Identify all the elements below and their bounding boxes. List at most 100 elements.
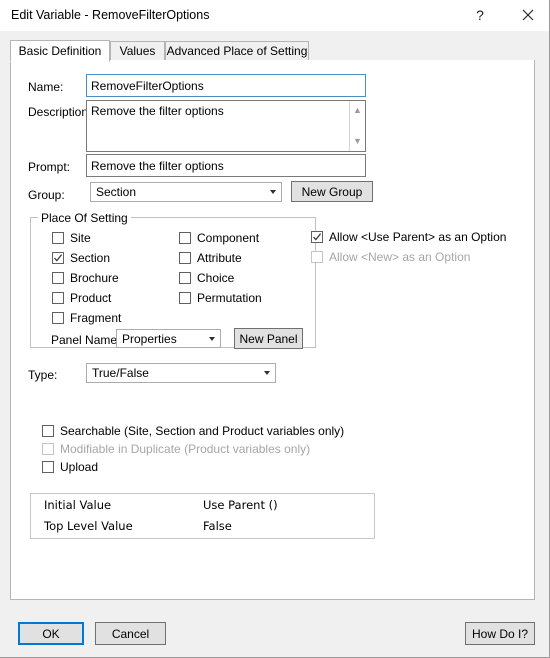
checkbox-box [52, 252, 64, 264]
checkbox-product[interactable]: Product [52, 291, 111, 305]
check-icon [54, 254, 63, 262]
place-of-setting-group: Place Of Setting Site Section Brochure P… [30, 211, 316, 349]
checkbox-component[interactable]: Component [179, 231, 259, 245]
value-table: Initial Value Use Parent () Top Level Va… [30, 493, 375, 539]
name-input[interactable] [86, 74, 366, 97]
checkbox-attribute[interactable]: Attribute [179, 251, 242, 265]
tab-basic-definition[interactable]: Basic Definition [10, 40, 110, 62]
table-row[interactable]: Top Level Value False [31, 515, 374, 536]
prompt-label: Prompt: [28, 160, 71, 174]
new-panel-button[interactable]: New Panel [234, 328, 303, 349]
checkbox-label: Component [197, 231, 260, 245]
window-title: Edit Variable - RemoveFilterOptions [11, 8, 210, 22]
description-label: Description: [28, 105, 92, 119]
close-button[interactable] [506, 0, 549, 30]
type-value: True/False [92, 366, 149, 380]
checkbox-brochure[interactable]: Brochure [52, 271, 119, 285]
checkbox-label: Searchable (Site, Section and Product va… [60, 424, 345, 438]
checkbox-box [179, 232, 191, 244]
checkbox-box [179, 252, 191, 264]
checkbox-label: Attribute [197, 251, 242, 265]
checkbox-section[interactable]: Section [52, 251, 110, 265]
edit-variable-dialog: Edit Variable - RemoveFilterOptions ? Ba… [0, 0, 550, 658]
checkbox-box [42, 425, 54, 437]
how-do-i-button[interactable]: How Do I? [465, 622, 535, 645]
cancel-label: Cancel [111, 626, 150, 641]
checkbox-label: Allow <Use Parent> as an Option [329, 230, 507, 244]
footer-divider [0, 610, 549, 611]
checkbox-label: Choice [197, 271, 235, 285]
new-group-button[interactable]: New Group [291, 181, 373, 202]
basic-definition-panel: Name: Description: Remove the filter opt… [10, 60, 535, 600]
new-panel-label: New Panel [239, 331, 298, 346]
chevron-down-icon [209, 336, 215, 341]
panel-name-select[interactable]: Properties [116, 329, 221, 348]
ok-button[interactable]: OK [18, 622, 84, 645]
checkbox-choice[interactable]: Choice [179, 271, 234, 285]
value-value: False [203, 518, 232, 533]
tab-label: Basic Definition [18, 44, 102, 58]
checkbox-label: Allow <New> as an Option [329, 250, 471, 264]
group-select[interactable]: Section [90, 182, 282, 202]
close-icon [522, 9, 534, 21]
checkbox-upload[interactable]: Upload [42, 460, 98, 474]
cancel-button[interactable]: Cancel [95, 622, 166, 645]
value-key: Initial Value [44, 497, 112, 512]
checkbox-box [311, 231, 323, 243]
scroll-up-icon[interactable]: ▲ [350, 103, 365, 118]
checkbox-box [42, 443, 54, 455]
ok-label: OK [42, 626, 60, 641]
description-scrollbar[interactable]: ▲ ▼ [349, 101, 365, 151]
checkbox-fragment[interactable]: Fragment [52, 311, 121, 325]
checkbox-label: Modifiable in Duplicate (Product variabl… [60, 442, 311, 456]
checkbox-label: Brochure [70, 271, 119, 285]
tab-strip: Basic Definition Values Advanced Place o… [10, 40, 535, 62]
group-label: Group: [28, 188, 65, 202]
chevron-down-icon [264, 371, 270, 375]
type-label: Type: [28, 368, 58, 382]
checkbox-allow-use-parent[interactable]: Allow <Use Parent> as an Option [311, 230, 506, 244]
checkbox-box [52, 312, 64, 324]
place-of-setting-legend: Place Of Setting [38, 211, 131, 225]
checkbox-label: Site [70, 231, 91, 245]
checkbox-label: Permutation [197, 291, 262, 305]
checkbox-label: Upload [60, 460, 99, 474]
checkbox-box [179, 272, 191, 284]
tab-advanced-place-of-setting[interactable]: Advanced Place of Setting [165, 41, 309, 61]
group-value: Section [96, 185, 137, 199]
checkbox-label: Product [70, 291, 112, 305]
type-select[interactable]: True/False [86, 363, 276, 383]
new-group-label: New Group [301, 184, 363, 199]
checkbox-permutation[interactable]: Permutation [179, 291, 262, 305]
panel-name-label: Panel Name: [51, 333, 121, 347]
title-bar: Edit Variable - RemoveFilterOptions ? [0, 0, 549, 31]
description-input[interactable]: Remove the filter options ▲ ▼ [86, 100, 366, 152]
checkbox-box [311, 251, 323, 263]
checkbox-site[interactable]: Site [52, 231, 91, 245]
panel-name-value: Properties [122, 331, 177, 346]
table-row[interactable]: Initial Value Use Parent () [31, 494, 374, 515]
checkbox-allow-new: Allow <New> as an Option [311, 250, 470, 264]
chevron-down-icon [270, 190, 276, 194]
checkbox-modifiable-in-duplicate: Modifiable in Duplicate (Product variabl… [42, 442, 310, 456]
how-do-i-label: How Do I? [471, 626, 529, 641]
checkbox-box [52, 292, 64, 304]
checkbox-box [52, 272, 64, 284]
checkbox-searchable[interactable]: Searchable (Site, Section and Product va… [42, 424, 344, 438]
scroll-down-icon[interactable]: ▼ [350, 134, 365, 149]
tab-label: Advanced Place of Setting [166, 44, 308, 58]
checkbox-box [52, 232, 64, 244]
name-label: Name: [28, 80, 64, 94]
checkbox-label: Section [70, 251, 111, 265]
checkbox-box [42, 461, 54, 473]
value-key: Top Level Value [44, 518, 133, 533]
help-button[interactable]: ? [458, 0, 502, 30]
tab-label: Values [119, 44, 156, 58]
tab-values[interactable]: Values [110, 41, 165, 61]
checkbox-box [179, 292, 191, 304]
check-icon [313, 233, 322, 241]
description-value: Remove the filter options [91, 104, 224, 118]
prompt-input[interactable] [86, 154, 366, 177]
checkbox-label: Fragment [70, 311, 122, 325]
value-value: Use Parent () [203, 497, 278, 512]
